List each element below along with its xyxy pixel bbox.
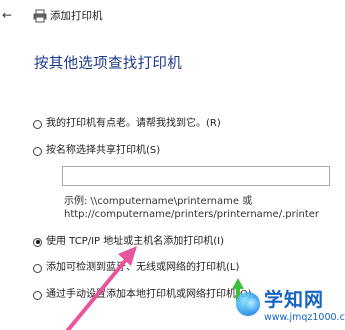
radio-manual-settings[interactable] <box>33 290 42 300</box>
watermark-logo-bubble-icon <box>246 298 260 312</box>
radio-bluetooth-wireless[interactable] <box>33 263 42 273</box>
printer-icon <box>33 9 47 23</box>
page-heading: 按其他选项查找打印机 <box>34 56 182 72</box>
watermark-url: www.jmqz1000.com <box>264 312 345 323</box>
example-text: 示例: \\computername\printername 或 http://… <box>64 195 319 221</box>
window-title: 添加打印机 <box>50 10 103 22</box>
radio-tcp-ip[interactable] <box>33 237 42 247</box>
option-manual-settings-label: 通过手动设置添加本地打印机或网络打印机(O) <box>46 289 252 300</box>
radio-old-printer[interactable] <box>33 119 42 129</box>
title-bar: ← 添加打印机 <box>0 0 345 34</box>
radio-shared-by-name[interactable] <box>33 146 42 156</box>
example-line-1: 示例: \\computername\printername 或 <box>64 196 253 207</box>
option-tcp-ip-label: 使用 TCP/IP 地址或主机名添加打印机(I) <box>46 236 224 247</box>
option-tcp-ip[interactable]: 使用 TCP/IP 地址或主机名添加打印机(I) <box>33 234 224 250</box>
site-watermark: 学知网 www.jmqz1000.com <box>232 288 345 330</box>
option-bluetooth-wireless-label: 添加可检测到蓝牙、无线或网络的打印机(L) <box>46 262 240 273</box>
back-arrow-icon[interactable]: ← <box>2 8 14 22</box>
annotation-arrows <box>66 246 244 330</box>
add-printer-dialog: ← 添加打印机 按其他选项查找打印机 我的打印机有点老。请帮我找到它。(R) 按… <box>0 0 345 330</box>
shared-printer-name-input[interactable] <box>62 166 330 186</box>
watermark-name: 学知网 <box>264 289 325 311</box>
option-manual-settings[interactable]: 通过手动设置添加本地打印机或网络打印机(O) <box>33 287 252 303</box>
option-old-printer[interactable]: 我的打印机有点老。请帮我找到它。(R) <box>33 116 221 132</box>
example-line-2: http://computername/printers/printername… <box>64 209 320 220</box>
option-old-printer-label: 我的打印机有点老。请帮我找到它。(R) <box>46 118 221 129</box>
option-shared-by-name-label: 按名称选择共享打印机(S) <box>46 145 161 156</box>
option-shared-by-name[interactable]: 按名称选择共享打印机(S) <box>33 143 160 159</box>
option-bluetooth-wireless[interactable]: 添加可检测到蓝牙、无线或网络的打印机(L) <box>33 260 239 276</box>
